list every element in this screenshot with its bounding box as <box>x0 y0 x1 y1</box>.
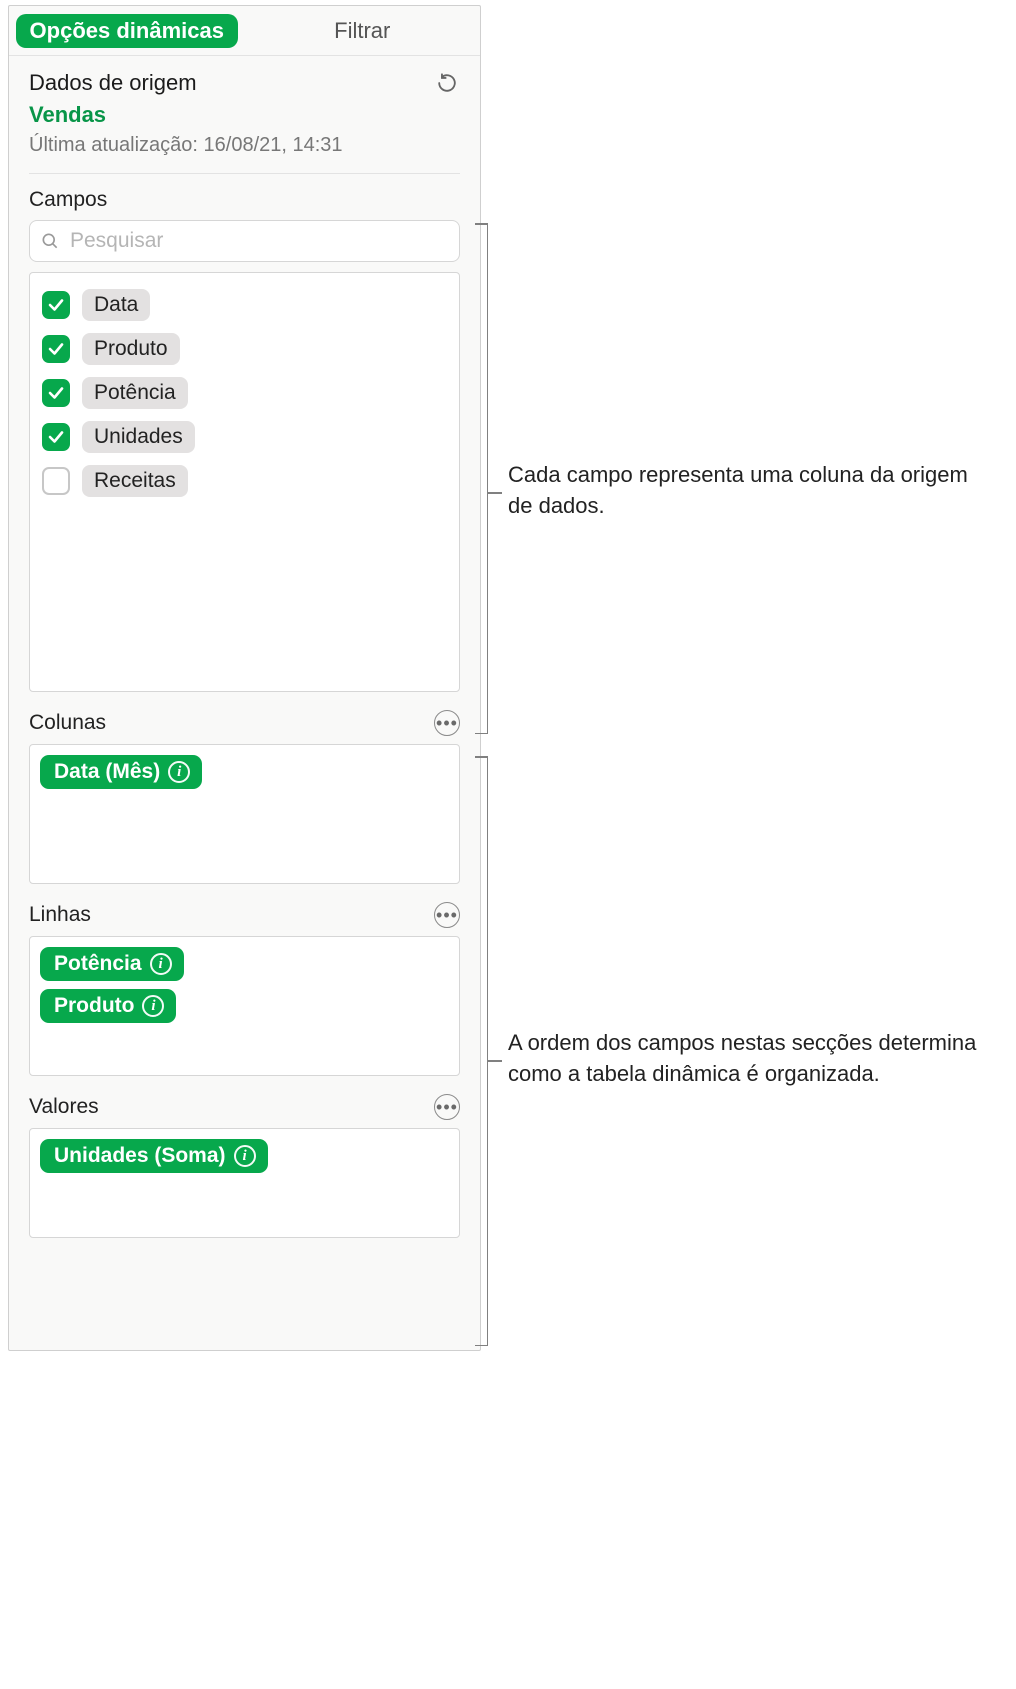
field-chip[interactable]: Receitas <box>82 465 188 497</box>
zone-token[interactable]: Potência i <box>40 947 184 981</box>
info-icon[interactable]: i <box>168 761 190 783</box>
fields-label: Campos <box>29 188 460 212</box>
check-icon <box>47 340 65 358</box>
fields-section: Campos Data <box>9 174 480 1238</box>
zone-token[interactable]: Unidades (Soma) i <box>40 1139 268 1173</box>
token-label: Produto <box>54 994 134 1018</box>
search-field[interactable] <box>29 220 460 262</box>
field-chip[interactable]: Produto <box>82 333 180 365</box>
columns-header: Colunas ••• <box>29 710 460 736</box>
panel-tabs: Opções dinâmicas Filtrar <box>9 6 480 56</box>
fields-list: Data Produto Potência <box>29 272 460 692</box>
callout-leader <box>488 492 502 494</box>
field-checkbox[interactable] <box>42 467 70 495</box>
rows-more-button[interactable]: ••• <box>434 902 460 928</box>
field-row[interactable]: Unidades <box>40 415 449 459</box>
callout-fields: Cada campo representa uma coluna da orig… <box>508 460 988 522</box>
ellipsis-icon: ••• <box>436 714 458 732</box>
field-chip[interactable]: Potência <box>82 377 188 409</box>
info-icon[interactable]: i <box>142 995 164 1017</box>
ellipsis-icon: ••• <box>436 1098 458 1116</box>
search-icon <box>40 231 60 251</box>
rows-header: Linhas ••• <box>29 902 460 928</box>
field-chip[interactable]: Data <box>82 289 150 321</box>
values-label: Valores <box>29 1095 99 1119</box>
tab-pivot-options[interactable]: Opções dinâmicas <box>9 6 245 55</box>
values-more-button[interactable]: ••• <box>434 1094 460 1120</box>
check-icon <box>47 428 65 446</box>
pivot-options-panel: Opções dinâmicas Filtrar Dados de origem… <box>8 5 481 1351</box>
refresh-button[interactable] <box>434 70 460 96</box>
columns-more-button[interactable]: ••• <box>434 710 460 736</box>
rows-label: Linhas <box>29 903 91 927</box>
check-icon <box>47 296 65 314</box>
token-label: Data (Mês) <box>54 760 160 784</box>
field-row[interactable]: Receitas <box>40 459 449 503</box>
source-updated: Última atualização: 16/08/21, 14:31 <box>29 134 460 157</box>
callout-text: Cada campo representa uma coluna da orig… <box>508 460 988 522</box>
ellipsis-icon: ••• <box>436 906 458 924</box>
callout-bracket <box>487 756 488 1346</box>
field-chip[interactable]: Unidades <box>82 421 195 453</box>
callout-text: A ordem dos campos nestas secções determ… <box>508 1028 988 1090</box>
columns-dropzone[interactable]: Data (Mês) i <box>29 744 460 884</box>
values-dropzone[interactable]: Unidades (Soma) i <box>29 1128 460 1238</box>
field-checkbox[interactable] <box>42 335 70 363</box>
callout-zones: A ordem dos campos nestas secções determ… <box>508 1028 988 1090</box>
tab-label: Opções dinâmicas <box>16 14 238 48</box>
zone-token[interactable]: Produto i <box>40 989 176 1023</box>
field-row[interactable]: Produto <box>40 327 449 371</box>
info-icon[interactable]: i <box>234 1145 256 1167</box>
check-icon <box>47 384 65 402</box>
token-label: Unidades (Soma) <box>54 1144 226 1168</box>
source-name[interactable]: Vendas <box>29 102 460 128</box>
rows-dropzone[interactable]: Potência i Produto i <box>29 936 460 1076</box>
field-row[interactable]: Data <box>40 283 449 327</box>
values-header: Valores ••• <box>29 1094 460 1120</box>
tab-label: Filtrar <box>334 18 390 44</box>
source-section: Dados de origem Vendas Última atualizaçã… <box>9 56 480 157</box>
field-checkbox[interactable] <box>42 379 70 407</box>
info-icon[interactable]: i <box>150 953 172 975</box>
source-label: Dados de origem <box>29 70 197 96</box>
callout-bracket <box>487 223 488 734</box>
columns-label: Colunas <box>29 711 106 735</box>
refresh-icon <box>436 72 458 94</box>
zone-token[interactable]: Data (Mês) i <box>40 755 202 789</box>
token-label: Potência <box>54 952 142 976</box>
tab-filter[interactable]: Filtrar <box>245 6 481 55</box>
field-row[interactable]: Potência <box>40 371 449 415</box>
field-checkbox[interactable] <box>42 291 70 319</box>
field-checkbox[interactable] <box>42 423 70 451</box>
search-input[interactable] <box>68 228 449 254</box>
callout-leader <box>488 1060 502 1062</box>
